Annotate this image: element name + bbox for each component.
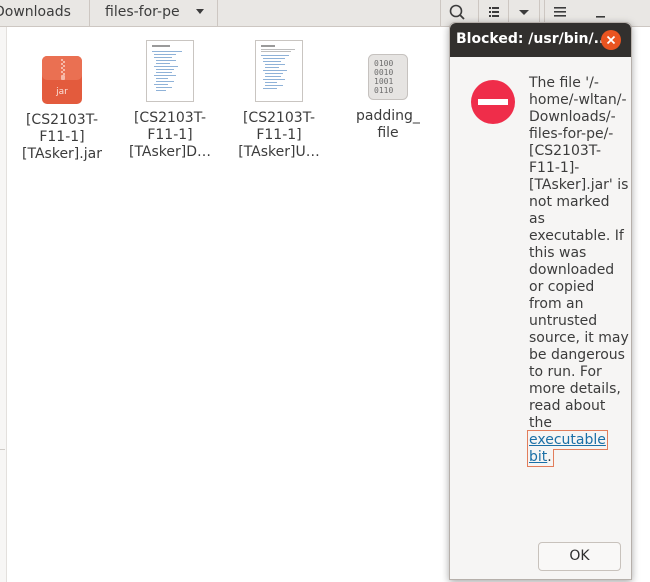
file-name-line: [CS2103T- [242, 110, 316, 126]
svg-text:0110: 0110 [374, 86, 393, 95]
ok-button[interactable]: OK [538, 542, 621, 571]
file-name-line: [TAsker]D… [128, 144, 212, 160]
dialog-message: The file '/-home/-wltan/-Downloads/-file… [527, 75, 629, 467]
executable-bit-link-focus: executable bit. [527, 430, 608, 467]
stop-icon [471, 80, 515, 124]
executable-bit-link[interactable]: executable bit [529, 432, 606, 465]
file-item-jar[interactable]: jar [CS2103T- F11-1] [TAsker].jar [12, 40, 112, 163]
document-icon [255, 40, 303, 102]
file-item-padding-file[interactable]: 0100 0010 1001 0110 padding_ file [338, 40, 438, 142]
jar-archive-icon: jar [42, 56, 82, 104]
file-name-line: F11-1] [256, 127, 302, 143]
jar-badge: jar [55, 87, 68, 97]
dialog-title: Blocked: /usr/bin/... [456, 31, 602, 47]
file-name-line: [TAsker]U… [238, 144, 320, 160]
svg-text:0010: 0010 [374, 68, 393, 77]
file-name-line: [CS2103T- [133, 110, 207, 126]
breadcrumb-downloads[interactable]: Downloads [0, 0, 80, 26]
breadcrumb-divider [217, 0, 218, 26]
file-name: [CS2103T- F11-1] [TAsker].jar [12, 112, 112, 163]
file-name-line: [CS2103T- [25, 112, 99, 128]
svg-text:0100: 0100 [374, 59, 393, 68]
close-button[interactable] [601, 30, 621, 50]
dialog-titlebar[interactable]: Blocked: /usr/bin/... [450, 23, 631, 57]
file-name-line: F11-1] [39, 129, 85, 145]
close-icon [601, 30, 621, 50]
document-icon [146, 40, 194, 102]
file-name-line: [TAsker].jar [22, 146, 102, 162]
file-name-line: padding_ [356, 108, 420, 124]
sidebar-edge [0, 27, 7, 582]
svg-text:1001: 1001 [374, 77, 393, 86]
file-name: [CS2103T- F11-1] [TAsker]U… [229, 110, 329, 161]
blocked-dialog: Blocked: /usr/bin/... The file '/-home/-… [449, 22, 632, 580]
file-name-line: F11-1] [147, 127, 193, 143]
file-name-line: file [377, 125, 399, 141]
dialog-message-period: . [547, 449, 552, 465]
breadcrumb-files-for-pe[interactable]: files-for-pe [105, 0, 187, 26]
file-item-doc-u[interactable]: [CS2103T- F11-1] [TAsker]U… [229, 40, 329, 161]
sidebar-divider [0, 449, 5, 450]
file-item-doc-d[interactable]: [CS2103T- F11-1] [TAsker]D… [120, 40, 220, 161]
binary-file-icon: 0100 0010 1001 0110 [368, 54, 408, 100]
file-name: [CS2103T- F11-1] [TAsker]D… [120, 110, 220, 161]
file-name: padding_ file [338, 108, 438, 142]
dialog-message-text: The file '/-home/-wltan/-Downloads/-file… [529, 75, 629, 431]
breadcrumb-menu-arrow-icon[interactable] [196, 9, 204, 14]
breadcrumb-divider [89, 0, 90, 26]
